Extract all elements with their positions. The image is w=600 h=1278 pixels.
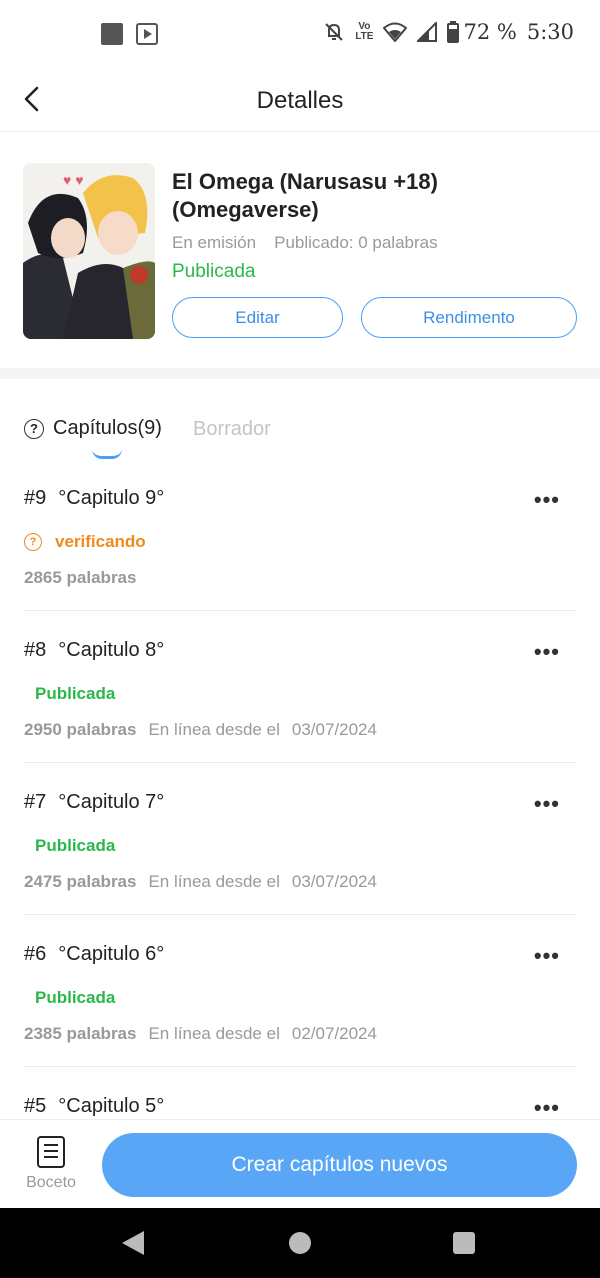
performance-button[interactable]: Rendimento [361,297,577,338]
more-options-icon[interactable]: ••• [534,943,560,969]
book-serial-status: En emisión [172,233,257,252]
chapter-word-count: 2865 palabras [24,568,137,587]
tab-bar: ? Capítulos(9) Borrador [0,379,600,459]
help-circle-icon[interactable]: ? [24,418,44,439]
tab-draft[interactable]: Borrador [193,418,271,441]
silent-bell-icon [325,23,344,41]
book-title: El Omega (Narusasu +18) (Omegaverse) [172,169,438,222]
clock: 5:30 [526,20,574,44]
chapter-title: °Capitulo 7° [58,791,165,813]
book-publication-state: Publicada [172,261,256,282]
chapter-status: verificando [55,532,146,551]
chapter-list: #9 °Capitulo 9° ••• ? verificando 2865 p… [0,459,600,1219]
nav-home-icon[interactable] [289,1232,311,1254]
chapter-online-label: En línea desde el [148,720,280,739]
more-options-icon[interactable]: ••• [534,487,560,513]
book-info-card: ♥ ♥ El Omega (Narusasu +18) (Omegaverse)… [0,132,600,368]
chapter-row[interactable]: #6 °Capitulo 6° ••• Publicada 2385 palab… [24,915,576,1067]
page-title: Detalles [256,87,344,114]
active-tab-indicator [92,449,122,459]
youtube-icon [136,23,158,45]
chapter-word-count: 2385 palabras [24,1024,137,1043]
chapter-row[interactable]: #9 °Capitulo 9° ••• ? verificando 2865 p… [24,459,576,611]
chapter-title: °Capitulo 5° [58,1095,165,1117]
battery-icon [447,21,460,43]
notification-square-icon [101,23,123,45]
nav-recents-icon[interactable] [453,1232,475,1254]
more-options-icon[interactable]: ••• [534,639,560,665]
chapter-status: Publicada [35,684,116,703]
bottom-action-bar: Boceto Crear capítulos nuevos [0,1119,600,1208]
section-divider [0,368,600,379]
book-published-words: Publicado: 0 palabras [274,233,438,252]
svg-text:♥ ♥: ♥ ♥ [63,172,84,188]
chapter-word-count: 2950 palabras [24,720,137,739]
chapter-number: #9 [24,487,47,509]
chapter-number: #7 [24,791,47,813]
chapter-status: Publicada [35,988,116,1007]
chapter-date: 03/07/2024 [291,720,377,739]
draft-button[interactable]: Boceto [20,1136,82,1192]
chapter-word-count: 2475 palabras [24,872,137,891]
tab-chapters-label: Capítulos(9) [53,417,162,439]
document-icon [37,1136,65,1168]
draft-label: Boceto [26,1174,76,1191]
system-navigation-bar [0,1208,600,1278]
battery-percent: 72 % [463,20,517,44]
chapter-number: #5 [24,1095,47,1117]
nav-back-icon[interactable] [122,1231,144,1255]
chapter-title: °Capitulo 9° [58,487,165,509]
chapter-row[interactable]: #8 °Capitulo 8° ••• Publicada 2950 palab… [24,611,576,763]
chapter-date: 02/07/2024 [291,1024,377,1043]
chapter-status: Publicada [35,836,116,855]
chapter-online-label: En línea desde el [148,1024,280,1043]
chapter-number: #8 [24,639,47,661]
verifying-icon: ? [24,533,42,551]
chapter-title: °Capitulo 6° [58,943,165,965]
signal-icon [417,22,438,42]
chapter-title: °Capitulo 8° [58,639,165,661]
wifi-icon [383,22,408,42]
book-cover-image[interactable]: ♥ ♥ [23,163,155,339]
tab-chapters[interactable]: ? Capítulos(9) [24,417,162,440]
chapter-online-label: En línea desde el [148,872,280,891]
app-header: Detalles [0,68,600,132]
edit-button[interactable]: Editar [172,297,343,338]
status-bar: Vo LTE 72 % 5:30 [0,0,600,68]
more-options-icon[interactable]: ••• [534,791,560,817]
chapter-number: #6 [24,943,47,965]
more-options-icon[interactable]: ••• [534,1095,560,1121]
chapter-row[interactable]: #7 °Capitulo 7° ••• Publicada 2475 palab… [24,763,576,915]
volte-icon: Vo LTE [355,21,374,42]
chapter-date: 03/07/2024 [291,872,377,891]
create-chapter-button[interactable]: Crear capítulos nuevos [102,1133,577,1197]
